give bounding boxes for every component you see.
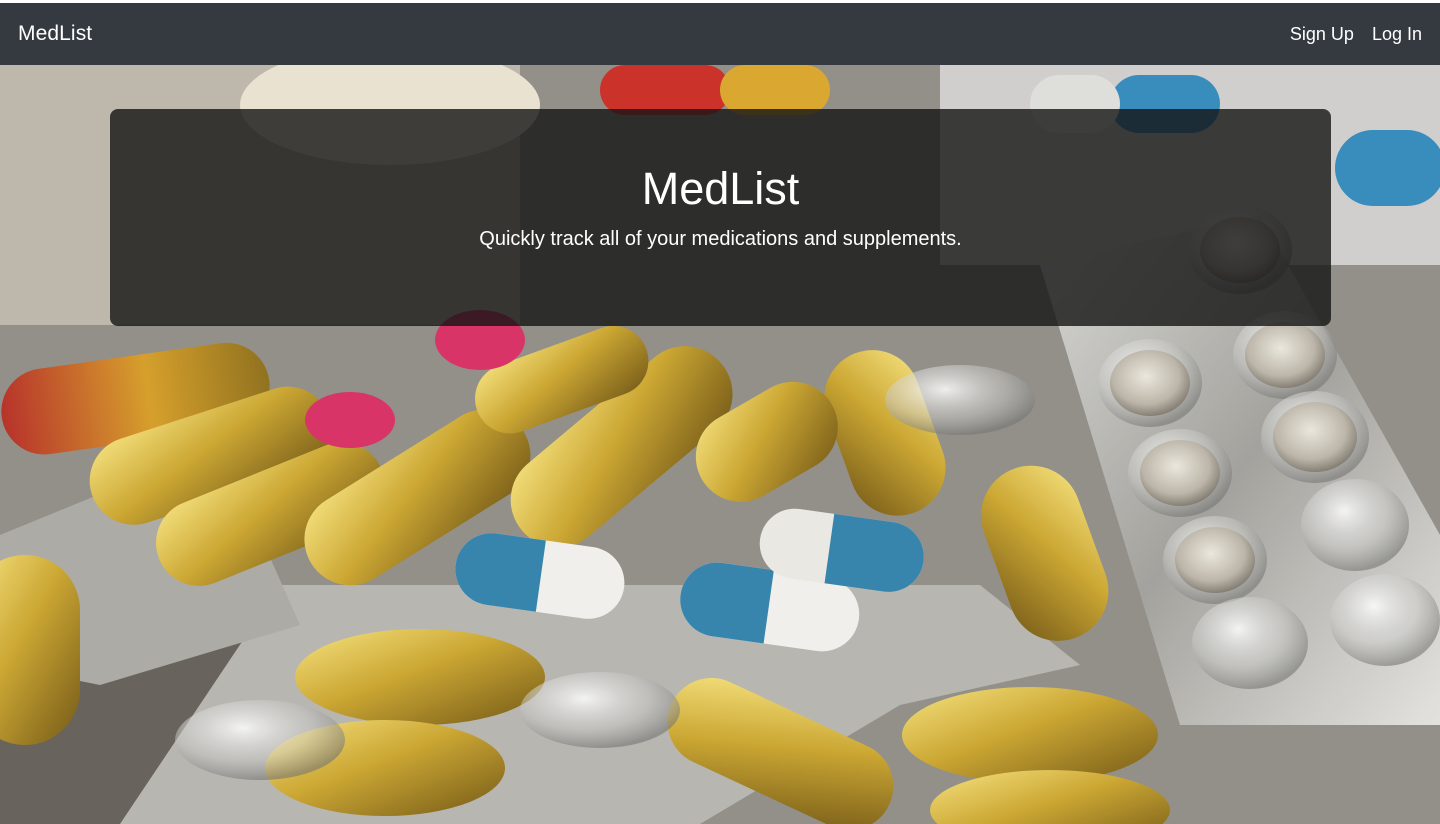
hero-title: MedList bbox=[641, 163, 800, 214]
navbar: MedList Sign Up Log In bbox=[0, 3, 1440, 65]
navbar-brand[interactable]: MedList bbox=[18, 22, 92, 46]
hero-section: MedList Quickly track all of your medica… bbox=[0, 65, 1440, 824]
hero-subtitle: Quickly track all of your medications an… bbox=[479, 228, 962, 250]
log-in-link[interactable]: Log In bbox=[1372, 24, 1422, 45]
sign-up-link[interactable]: Sign Up bbox=[1290, 24, 1354, 45]
nav-links: Sign Up Log In bbox=[1290, 24, 1422, 45]
hero-jumbotron: MedList Quickly track all of your medica… bbox=[110, 109, 1331, 326]
